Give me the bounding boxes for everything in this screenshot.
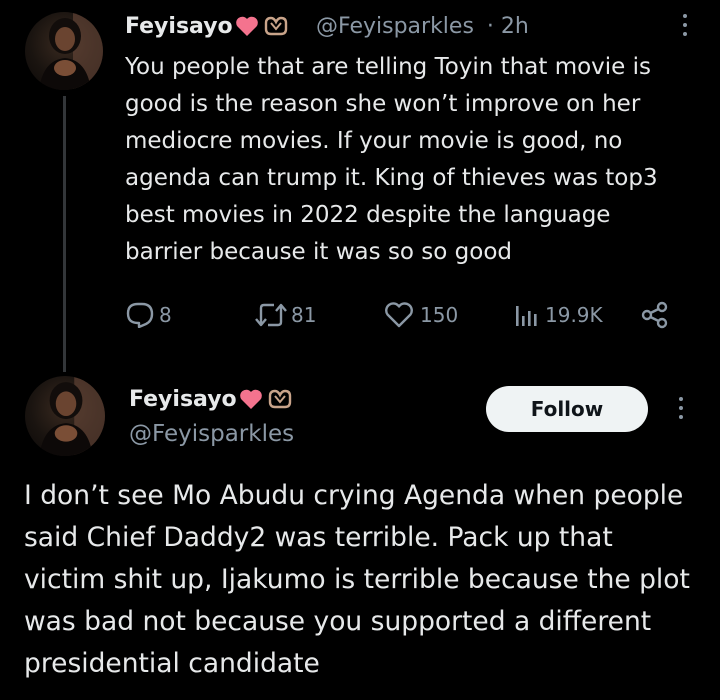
heart-hands-emoji: [268, 389, 291, 409]
views-count: 19.9K: [545, 303, 603, 327]
post-text: I don’t see Mo Abudu crying Agenda when …: [24, 480, 690, 679]
repost-count: 81: [291, 303, 317, 327]
author-name-text: Feyisayo: [125, 13, 233, 39]
post-timestamp[interactable]: · 2h: [487, 14, 529, 39]
like-icon: [385, 302, 413, 328]
avatar-second-post[interactable]: [25, 376, 105, 456]
repost-button[interactable]: 81: [254, 300, 316, 330]
like-count: 150: [420, 303, 459, 327]
repost-icon: [255, 303, 287, 327]
post-text: You people that are telling Toyin that m…: [125, 54, 658, 265]
more-options-icon[interactable]: [675, 397, 687, 423]
author-handle[interactable]: @Feyisparkles: [129, 419, 294, 449]
like-button[interactable]: 150: [384, 300, 458, 330]
share-button[interactable]: [640, 300, 670, 330]
author-name[interactable]: Feyisayo: [125, 11, 289, 41]
reply-button[interactable]: 8: [126, 300, 172, 330]
handle-text: @Feyisparkles: [316, 14, 474, 39]
share-icon: [641, 301, 668, 329]
author-handle[interactable]: @Feyisparkles · 2h: [316, 12, 529, 42]
reply-count: 8: [159, 303, 172, 327]
views-icon: [516, 306, 537, 326]
author-name-text: Feyisayo: [129, 386, 237, 412]
author-name[interactable]: Feyisayo: [129, 384, 293, 414]
avatar-first-post[interactable]: [25, 12, 103, 90]
more-options-icon[interactable]: [679, 14, 691, 40]
reply-icon: [126, 302, 154, 328]
heart-hands-emoji: [264, 16, 287, 36]
heart-emoji: [239, 389, 262, 409]
heart-emoji: [235, 16, 258, 36]
thread-connector-line: [63, 96, 66, 372]
follow-button[interactable]: Follow: [486, 386, 648, 432]
views-button[interactable]: 19.9K: [514, 300, 603, 330]
